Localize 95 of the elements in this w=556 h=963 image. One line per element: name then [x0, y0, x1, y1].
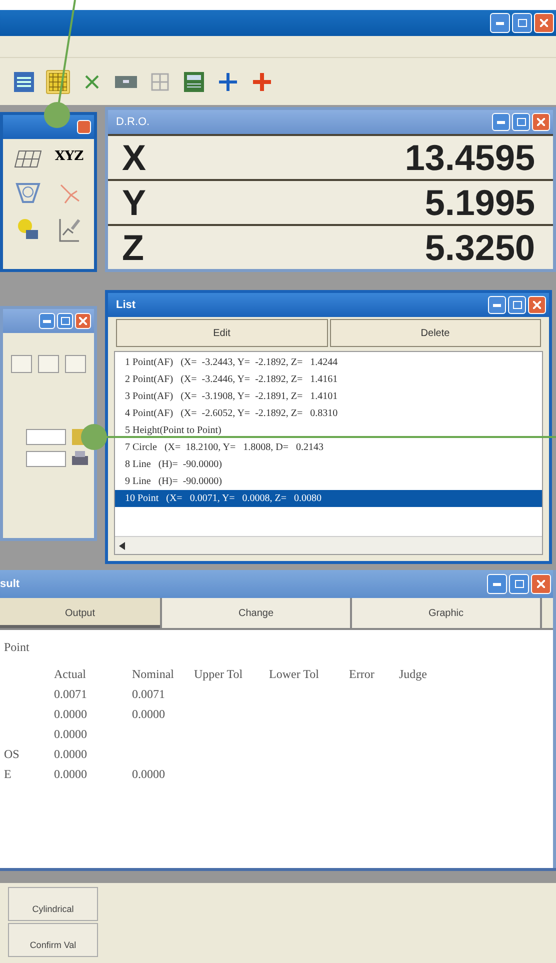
plus-icon: [252, 72, 272, 92]
spin-field[interactable]: [26, 451, 66, 467]
toolbar-button[interactable]: [12, 70, 36, 94]
toolbar-button[interactable]: [182, 70, 206, 94]
minimize-icon: [497, 120, 505, 124]
xyz-label: XYZ: [54, 149, 84, 166]
close-icon: [537, 580, 545, 588]
table-cell-text: 0.0000: [54, 747, 88, 762]
key-button[interactable]: [11, 355, 32, 373]
key-button[interactable]: [38, 355, 59, 373]
minimize-icon: [496, 22, 504, 24]
maximize-button[interactable]: [512, 113, 530, 131]
list-item[interactable]: 5 Height(Point to Point): [115, 422, 542, 439]
tab[interactable]: Output: [0, 598, 162, 628]
row-label: E: [4, 767, 12, 782]
axis-label: X: [122, 136, 146, 178]
table-cell-text: 0.0000: [132, 707, 166, 722]
list-item[interactable]: 7 Circle (X= 18.2100, Y= 1.8008, D= 0.2143: [115, 439, 542, 456]
column-header: Upper Tol: [194, 667, 244, 682]
plus-icon: [218, 72, 238, 92]
list-button[interactable]: Delete: [330, 319, 541, 347]
panes-icon: [151, 72, 169, 90]
spin-field[interactable]: [26, 429, 66, 445]
list-item[interactable]: 10 Point (X= 0.0071, Y= 0.0008, Z= 0.0080: [115, 490, 542, 507]
column-header: Actual: [54, 667, 87, 682]
minimize-button[interactable]: [490, 13, 510, 33]
close-icon: [537, 118, 545, 126]
axis-value: 5.3250: [424, 226, 535, 268]
cross-icon: [84, 74, 100, 90]
table-cell-text: 0.0000: [54, 727, 88, 742]
minimize-icon: [493, 304, 501, 306]
table-grid-icon: [12, 149, 43, 169]
maximize-button[interactable]: [509, 574, 529, 594]
axis-label: Y: [122, 182, 146, 224]
row-label: OS: [4, 747, 20, 762]
key-button[interactable]: [65, 355, 86, 373]
minimize-button[interactable]: [39, 313, 55, 329]
table-cell-text: 0.0000: [132, 767, 166, 782]
maximize-button[interactable]: [57, 313, 73, 329]
maximize-button[interactable]: [508, 296, 526, 314]
list-item[interactable]: 4 Point(AF) (X= -2.6052, Y= -2.1892, Z= 0.8310: [115, 405, 542, 422]
list-button[interactable]: Edit: [116, 319, 328, 347]
toolbar-button[interactable]: [46, 70, 70, 94]
maximize-icon: [516, 118, 526, 126]
lightbulb-icon: [16, 217, 40, 241]
chart-pen-icon: [57, 217, 82, 243]
maximize-icon: [60, 317, 70, 325]
table-cell-text: 0.0071: [132, 687, 166, 702]
close-icon: [533, 301, 541, 309]
window-title: List: [108, 293, 549, 317]
printer-icon: [72, 451, 88, 467]
close-button[interactable]: [531, 574, 551, 594]
hexagon-icon: [14, 181, 41, 205]
list-item[interactable]: 8 Line (H)= -90.0000): [115, 456, 542, 473]
axis-value: 5.1995: [424, 182, 535, 224]
left-arrow-icon: [119, 542, 125, 550]
list-item[interactable]: 3 Point(AF) (X= -3.1908, Y= -2.1891, Z= 1.4101: [115, 388, 542, 405]
close-button[interactable]: [528, 296, 546, 314]
maximize-button[interactable]: [512, 13, 532, 33]
column-header: Judge: [399, 667, 428, 682]
list-item[interactable]: 9 Line (H)= -90.0000): [115, 473, 542, 490]
tab[interactable]: Change: [162, 598, 352, 628]
tab[interactable]: Graphic: [352, 598, 542, 628]
minimize-icon: [43, 320, 51, 322]
close-icon: [540, 19, 548, 27]
maximize-icon: [514, 580, 524, 588]
close-button[interactable]: [75, 313, 91, 329]
table-cell-text: 0.0000: [54, 767, 88, 782]
table-cell-text: 0.0071: [54, 687, 88, 702]
list-item[interactable]: 2 Point(AF) (X= -3.2446, Y= -2.1892, Z= 1.4161: [115, 371, 542, 388]
close-icon: [79, 317, 87, 325]
maximize-icon: [518, 19, 526, 27]
minimize-button[interactable]: [487, 574, 507, 594]
axis-value: 13.4595: [404, 136, 535, 178]
close-button[interactable]: [532, 113, 550, 131]
list-item[interactable]: 1 Point(AF) (X= -3.2443, Y= -2.1892, Z= 1.4244: [115, 354, 542, 371]
result-heading: Point: [4, 640, 30, 654]
window-title: D.R.O.: [108, 110, 553, 134]
table-cell-text: 0.0000: [54, 707, 88, 722]
minimize-button[interactable]: [488, 296, 506, 314]
command-button[interactable]: Cylindrical: [8, 887, 98, 921]
minimize-icon: [493, 582, 501, 586]
command-button[interactable]: Confirm Val: [8, 923, 98, 957]
axis-label: Z: [122, 226, 144, 268]
column-header: Error: [349, 667, 376, 682]
column-header: Nominal: [132, 667, 175, 682]
ruler-icon: [115, 76, 137, 88]
column-header: Lower Tol: [269, 667, 320, 682]
minimize-button[interactable]: [492, 113, 510, 131]
close-button[interactable]: [534, 13, 554, 33]
close-button[interactable]: [77, 120, 91, 134]
calculator-icon: [184, 72, 204, 92]
window-title: sult: [0, 570, 553, 598]
list-icon: [14, 72, 34, 92]
maximize-icon: [512, 301, 522, 309]
